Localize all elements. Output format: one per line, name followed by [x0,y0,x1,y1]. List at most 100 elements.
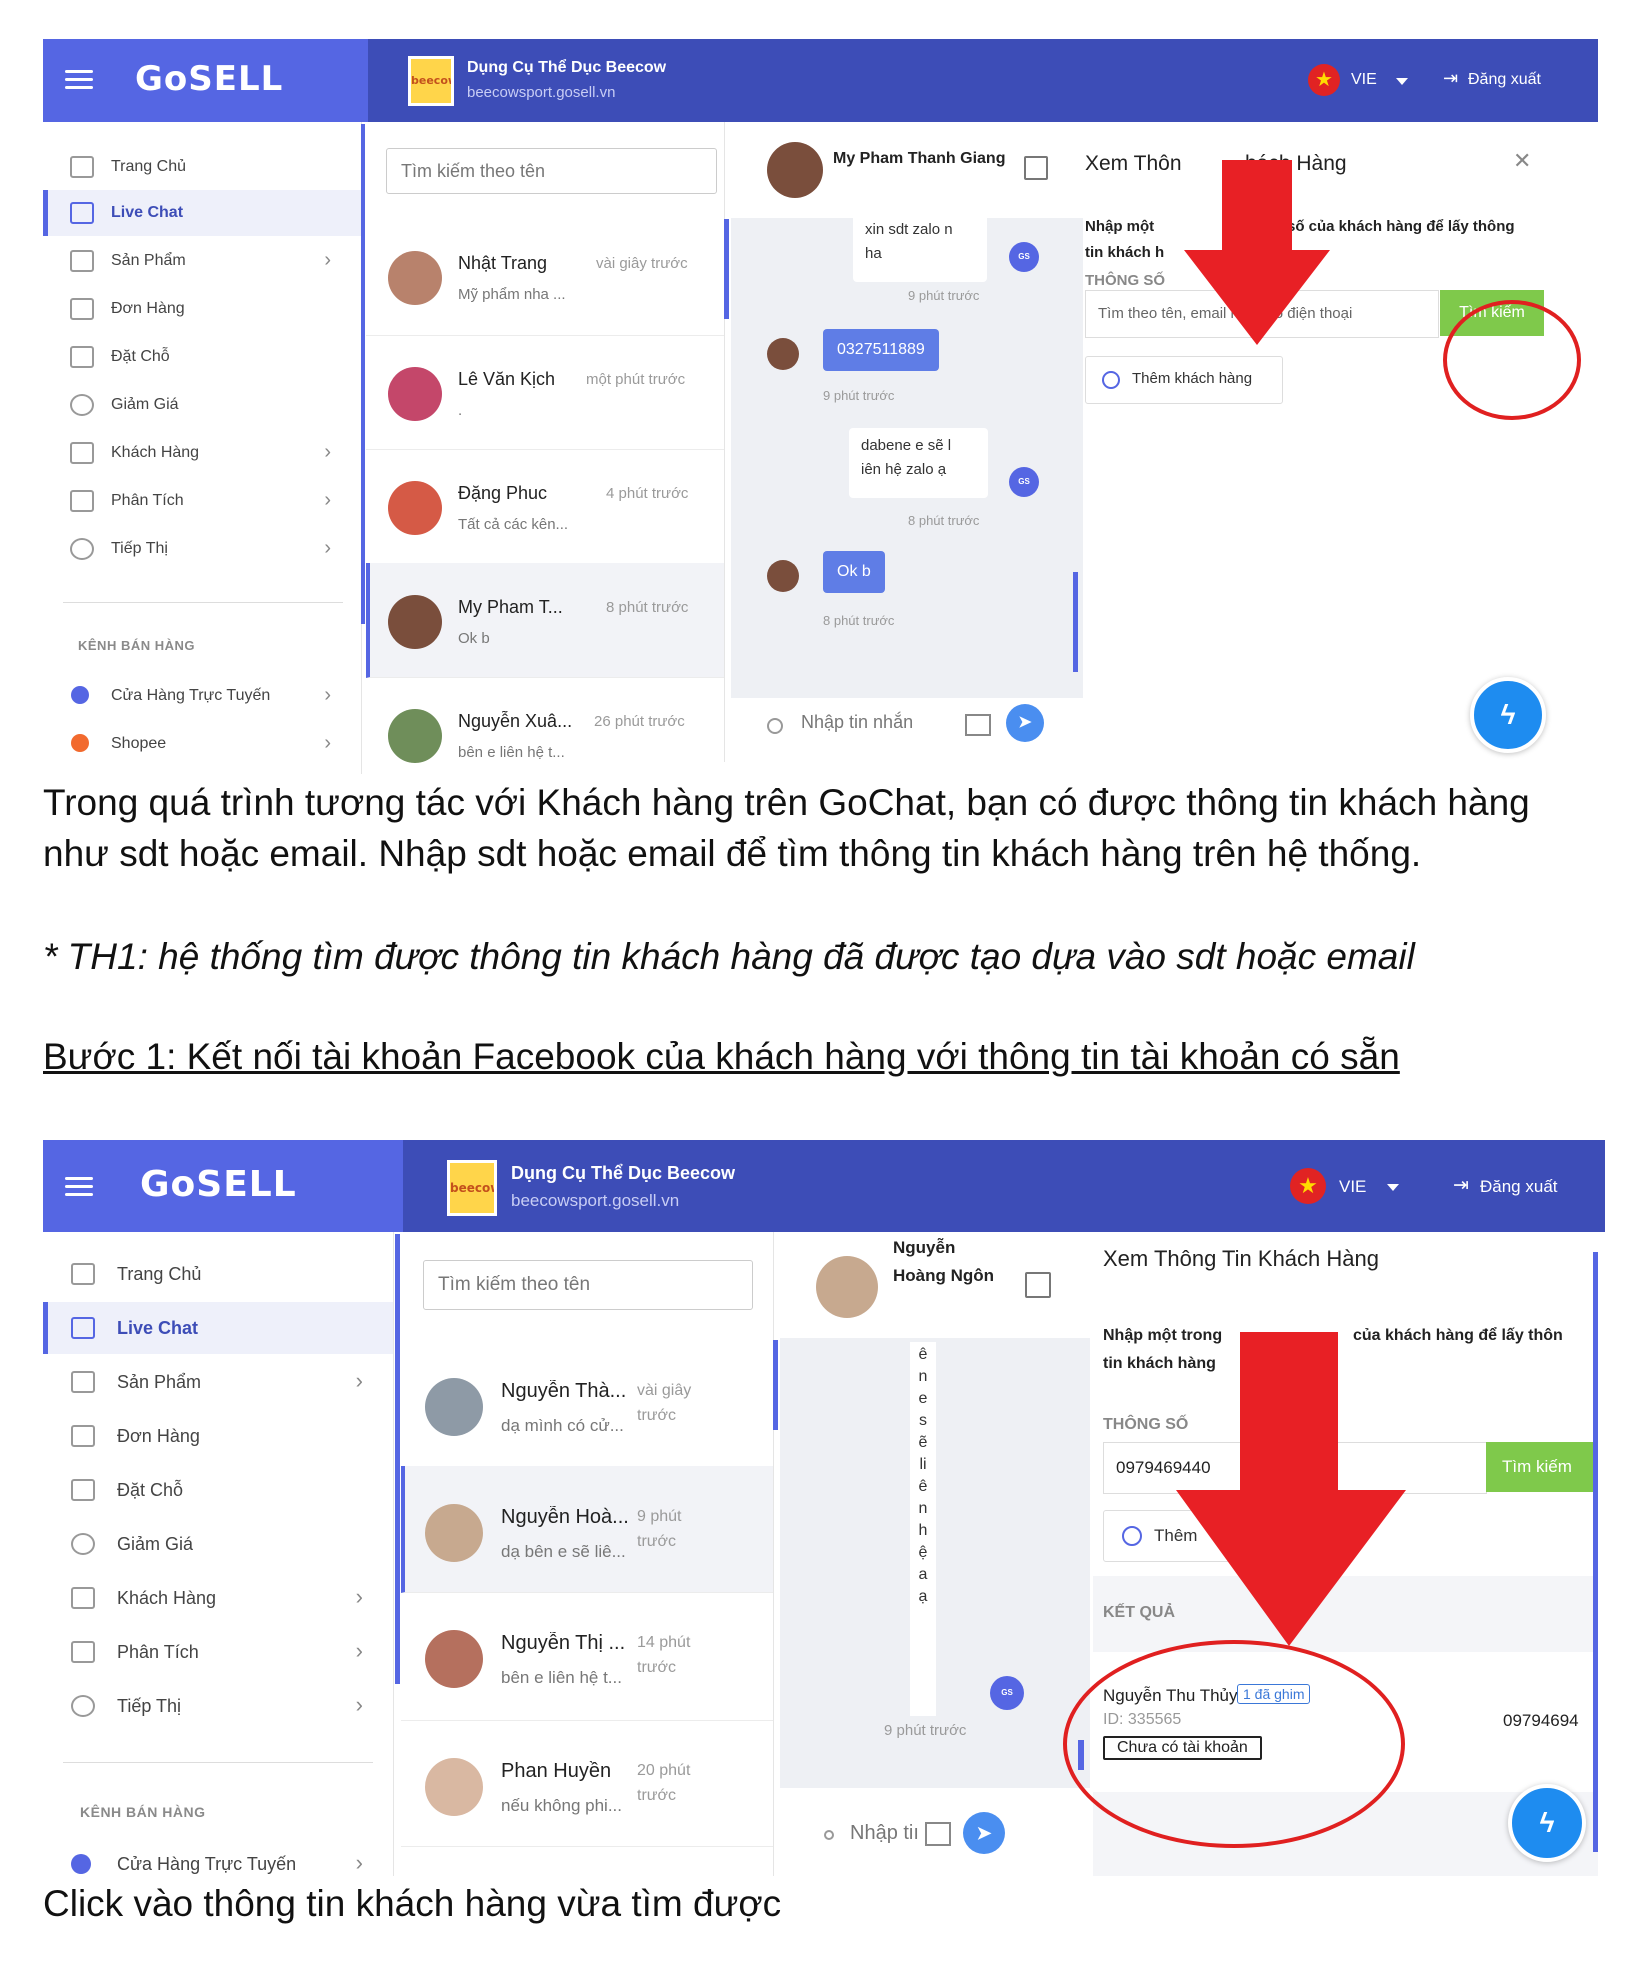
conversation-item[interactable]: Nhật Trang vài giây trước Mỹ phẩm nha ..… [366,219,724,336]
conversation-item[interactable]: Đặng Phuc 4 phút trước Tất cả các kên... [366,449,724,564]
nav-item-analytics[interactable]: Phân Tích › [43,1626,393,1678]
nav-item-home[interactable]: Trang Chủ [43,144,361,190]
users-icon [71,1587,95,1609]
image-icon[interactable] [925,1822,951,1846]
list-scrollbar[interactable] [724,219,729,319]
logout-link[interactable]: Đăng xuất [1468,71,1541,89]
conversation-list: Tìm kiếm theo tên Nhật Trang vài giây tr… [366,122,725,763]
messenger-button[interactable]: ϟ [1508,1784,1586,1862]
emoji-icon[interactable] [824,1830,834,1840]
conversation-item[interactable]: Nguyễn Xuâ... 26 phút trước bên e liên h… [366,677,724,763]
message-input[interactable]: Nhập tin nhắn [801,712,913,733]
logout-icon[interactable]: ⇥ [1453,1174,1469,1197]
panel-toggle-icon[interactable] [1024,156,1048,180]
menu-icon[interactable] [65,65,93,94]
menu-icon[interactable] [65,1172,93,1201]
sidebar: Trang Chủ Live Chat Sản Phẩm › Đơn Hàng Đ… [43,122,362,774]
nav-item-live-chat[interactable]: Live Chat [43,1302,393,1354]
panel-scrollbar[interactable] [1593,1252,1598,1852]
nav-item-booking[interactable]: Đặt Chỗ [43,334,361,380]
caption-intro-line2: như sdt hoặc email. Nhập sdt hoặc email … [43,833,1422,874]
conversation-item[interactable]: Lê Văn Kịch một phút trước . [366,335,724,450]
avatar [388,251,442,305]
chat-area: Nguyễn Hoàng Ngôn ê n e s ẽ li ê n h ệ a ạ GS 9 phút… [780,1232,1102,1876]
message-incoming: dabene e sẽ l iên hệ zalo ạ [849,428,988,498]
image-icon[interactable] [965,714,991,736]
message-letter: ê [918,1478,928,1495]
screenshot-1: GoSELL beecow Dụng Cụ Thể Dục Beecow bee… [43,39,1598,774]
nav-item-online-store[interactable]: Cửa Hàng Trực Tuyến › [43,1844,393,1876]
conversation-item[interactable]: Nguyễn Thà... vài giây trước dạ mình có … [401,1340,773,1467]
conversation-item-selected[interactable]: My Pham T... 8 phút trước Ok b [366,563,724,678]
nav-item-discounts[interactable]: Giảm Giá [43,382,361,428]
home-icon [70,156,94,178]
chart-icon [70,490,94,512]
nav-item-marketing[interactable]: Tiếp Thị › [43,1680,393,1732]
caption-case-1: * TH1: hệ thống tìm được thông tin khách… [43,936,1415,977]
avatar [388,367,442,421]
message-letter: ê [918,1346,928,1363]
messenger-icon: ϟ [1539,1807,1555,1838]
avatar [767,338,799,370]
nav-item-booking[interactable]: Đặt Chỗ [43,1464,393,1516]
send-button[interactable]: ➤ [1006,704,1044,742]
logout-link[interactable]: Đăng xuất [1480,1177,1558,1197]
message-letter: a [918,1566,928,1583]
nav-item-live-chat[interactable]: Live Chat [43,190,361,236]
language-selector[interactable]: VIE [1351,71,1377,89]
chevron-right-icon: › [355,1638,363,1663]
conversation-item[interactable]: Nguyễn Thị ... 14 phút trước bên e liên … [401,1592,773,1721]
panel-toggle-icon[interactable] [1025,1272,1051,1298]
close-icon[interactable]: ✕ [1513,148,1531,174]
message-letter: ạ [918,1588,928,1605]
nav-item-orders[interactable]: Đơn Hàng [43,1410,393,1462]
nav-item-home[interactable]: Trang Chủ [43,1248,393,1300]
message-time: 9 phút trước [908,288,980,303]
nav-item-analytics[interactable]: Phân Tích › [43,478,361,524]
caption-step-1: Bước 1: Kết nối tài khoản Facebook của k… [43,1036,1400,1077]
chat-avatar [816,1256,878,1318]
logout-icon[interactable]: ⇥ [1443,68,1458,89]
nav-item-customers[interactable]: Khách Hàng › [43,1572,393,1624]
message-input[interactable]: Nhập tiı [850,1822,919,1845]
percent-icon [71,1533,95,1555]
nav-item-products[interactable]: Sản Phẩm › [43,1356,393,1408]
chat-avatar [767,142,823,198]
nav-item-online-store[interactable]: Cửa Hàng Trực Tuyến › [43,674,361,718]
shopee-icon [71,734,89,752]
emoji-icon[interactable] [767,718,783,734]
conversation-item[interactable]: Phan Huyền 20 phút trước nếu không phi..… [401,1720,773,1847]
chevron-down-icon[interactable] [1396,78,1408,85]
nav-item-discounts[interactable]: Giảm Giá [43,1518,393,1570]
nav-item-orders[interactable]: Đơn Hàng [43,286,361,332]
nav-item-shopee[interactable]: Shopee › [43,722,361,766]
send-button[interactable]: ➤ [963,1812,1005,1854]
chat-messages: ê n e s ẽ li ê n h ệ a ạ GS 9 phút trước [780,1338,1090,1788]
store-icon [71,1854,91,1874]
gosell-avatar-icon: GS [1009,467,1039,497]
add-customer-button[interactable]: Thêm khách hàng [1085,356,1283,404]
sidebar-scrollbar[interactable] [395,1234,400,1684]
chat-scrollbar[interactable] [1073,572,1078,672]
nav-item-marketing[interactable]: Tiếp Thị › [43,526,361,572]
conversation-item-selected[interactable]: Nguyễn Hoà... 9 phút trước dạ bên e sẽ l… [401,1466,773,1593]
home-icon [71,1263,95,1285]
search-input[interactable]: Tìm kiếm theo tên [386,148,717,194]
channels-title: KÊNH BÁN HÀNG [80,1804,206,1820]
messenger-button[interactable]: ϟ [1470,677,1546,753]
nav-item-customers[interactable]: Khách Hàng › [43,430,361,476]
sidebar-scrollbar[interactable] [361,124,365,624]
search-input[interactable]: Tìm kiếm theo tên [423,1260,753,1310]
chevron-right-icon: › [324,732,331,754]
panel-title: Xem Thông Tin Khách Hàng [1103,1246,1379,1271]
nav-item-products[interactable]: Sản Phẩm › [43,238,361,284]
chevron-down-icon[interactable] [1387,1184,1399,1191]
list-scrollbar[interactable] [773,1340,778,1430]
percent-icon [70,394,94,416]
bulb-icon [70,538,94,560]
avatar [388,481,442,535]
search-button[interactable]: Tìm kiếm [1486,1442,1598,1492]
caption-click-result: Click vào thông tin khách hàng vừa tìm đ… [43,1883,782,1924]
message-outgoing: 0327511889 [823,329,939,371]
language-selector[interactable]: VIE [1339,1177,1366,1197]
